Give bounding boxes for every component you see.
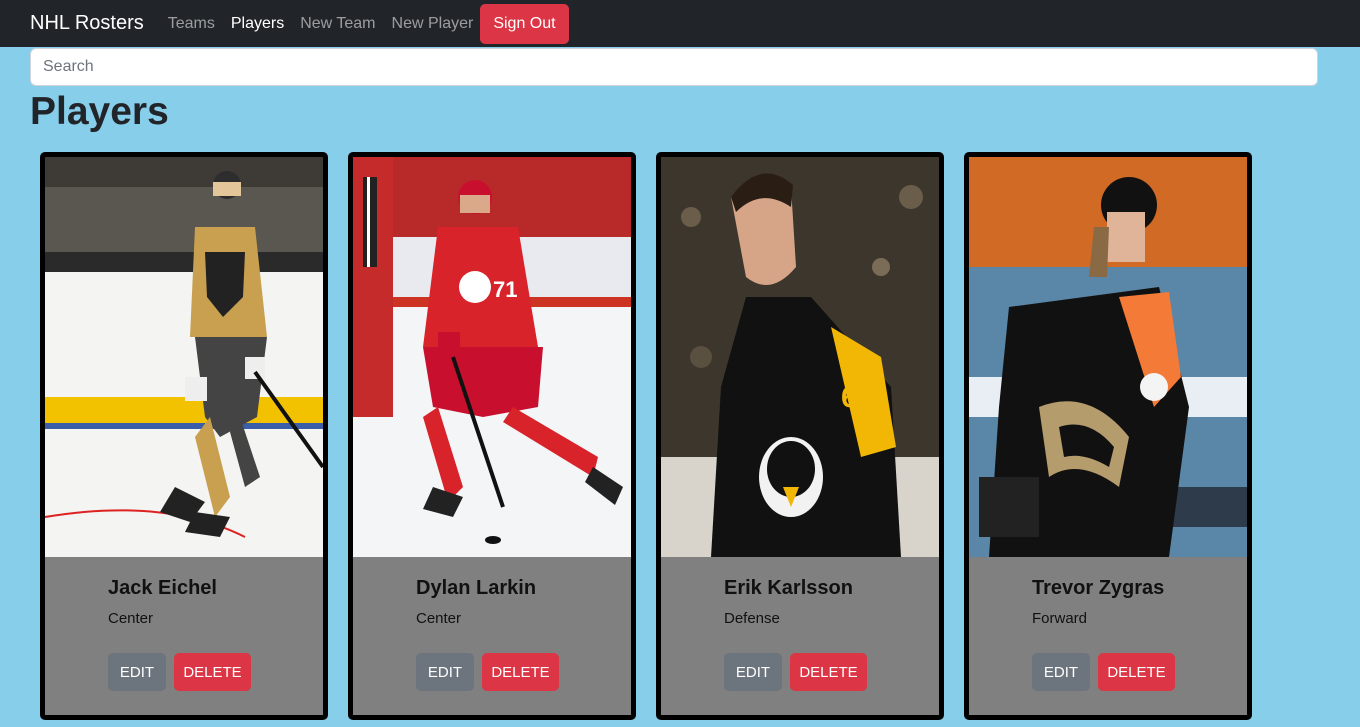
player-card: Trevor Zygras Forward EDIT DELETE (964, 152, 1252, 720)
player-card-body: Dylan Larkin Center EDIT DELETE (353, 557, 631, 715)
player-card: 71 Dylan Larkin Center EDIT DELETE (348, 152, 636, 720)
edit-button[interactable]: EDIT (108, 653, 166, 691)
player-photo: 71 (353, 157, 631, 557)
nav-link-teams[interactable]: Teams (168, 15, 215, 33)
player-position: Center (416, 610, 462, 627)
delete-button[interactable]: DELETE (174, 653, 251, 691)
player-card-body: Trevor Zygras Forward EDIT DELETE (969, 557, 1247, 715)
player-name: Erik Karlsson (724, 577, 853, 599)
player-position: Defense (724, 610, 780, 627)
player-position: Forward (1032, 610, 1088, 627)
player-photo: 65 (661, 157, 939, 557)
delete-button[interactable]: DELETE (482, 653, 559, 691)
player-card-body: Jack Eichel Center EDIT DELETE (45, 557, 323, 715)
search-input[interactable] (30, 48, 1318, 86)
player-name: Trevor Zygras (1032, 577, 1165, 599)
player-photo (45, 157, 323, 557)
edit-button[interactable]: EDIT (1032, 653, 1090, 691)
player-card: Jack Eichel Center EDIT DELETE (40, 152, 328, 720)
navbar: NHL Rosters Teams Players New Team New P… (0, 0, 1360, 47)
jersey-number: 71 (493, 277, 517, 302)
player-name: Jack Eichel (108, 577, 217, 599)
edit-button[interactable]: EDIT (724, 653, 782, 691)
player-card: 65 Erik Karlsson Defense EDIT DELETE (656, 152, 944, 720)
player-name: Dylan Larkin (416, 577, 537, 599)
player-card-body: Erik Karlsson Defense EDIT DELETE (661, 557, 939, 715)
jersey-number: 65 (841, 381, 874, 414)
player-position: Center (108, 610, 154, 627)
delete-button[interactable]: DELETE (790, 653, 867, 691)
nav-link-players[interactable]: Players (231, 15, 284, 33)
sign-out-button[interactable]: Sign Out (480, 3, 569, 44)
edit-button[interactable]: EDIT (416, 653, 474, 691)
nav-link-new-team[interactable]: New Team (300, 15, 375, 33)
delete-button[interactable]: DELETE (1098, 653, 1175, 691)
nav-link-new-player[interactable]: New Player (392, 15, 474, 33)
page-title: Players (30, 90, 169, 133)
player-photo (969, 157, 1247, 557)
brand-link[interactable]: NHL Rosters (30, 12, 144, 35)
